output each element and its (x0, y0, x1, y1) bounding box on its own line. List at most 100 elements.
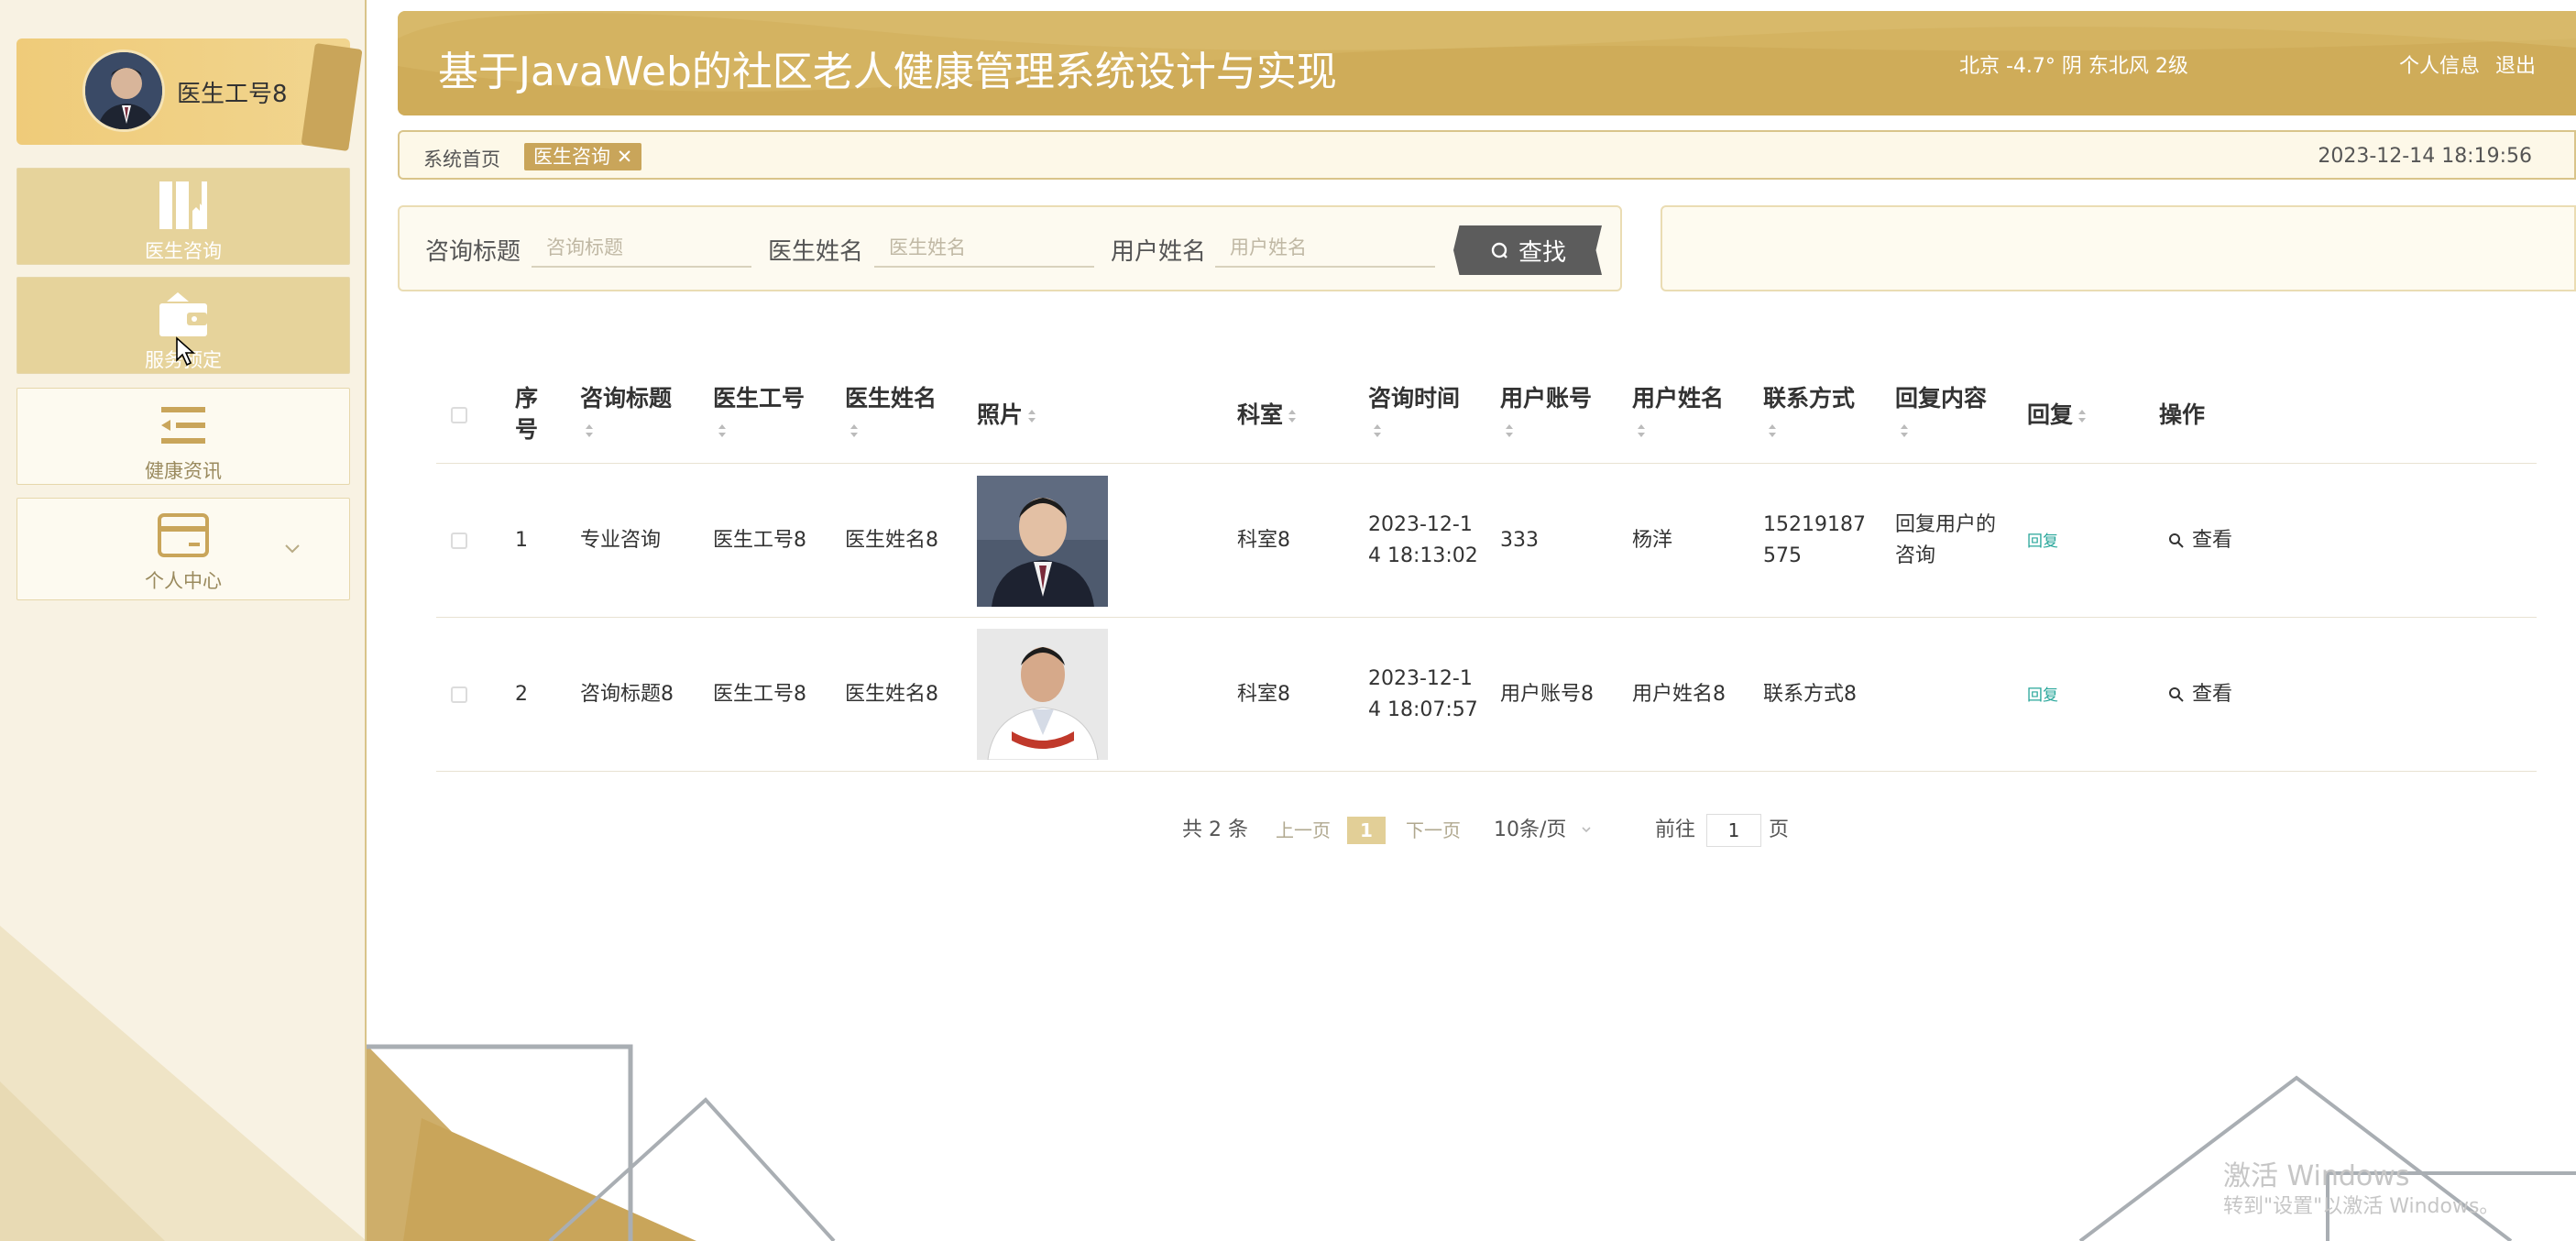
profile-link[interactable]: 个人信息 (2399, 55, 2480, 78)
tab-doctor-consult[interactable]: 医生咨询 ✕ (524, 143, 642, 170)
cell-title: 专业咨询 (580, 529, 662, 552)
sort-icon (1374, 424, 1381, 437)
cell-contact: 15219187 575 (1763, 513, 1866, 567)
cell-doctor-name: 医生姓名8 (845, 529, 938, 552)
bookmark-icon (159, 181, 207, 229)
goto-prefix: 前往 (1655, 818, 1696, 841)
view-button-label: 查看 (2192, 529, 2233, 552)
cell-index: 1 (515, 529, 528, 552)
cell-index: 2 (515, 683, 528, 706)
col-index: 序 号 (515, 385, 539, 443)
reply-link[interactable]: 回复 (2027, 686, 2058, 705)
col-reply-content[interactable]: 回复内容 (1895, 383, 1987, 445)
cell-reply: 回复 (2027, 525, 2058, 557)
col-dept[interactable]: 科室 (1237, 400, 1298, 431)
table-header: 序 号 咨询标题 医生工号 医生姓名 照片 科室 咨询时间 用户账号 用户姓名 … (436, 368, 2537, 464)
doctor-photo[interactable] (977, 629, 1108, 760)
search-button[interactable]: 查找 (1453, 225, 1602, 275)
col-photo[interactable]: 照片 (977, 400, 1037, 431)
chevron-down-icon (1582, 827, 1591, 833)
sidebar-item-label: 医生咨询 (145, 240, 222, 262)
sort-icon (2078, 410, 2087, 423)
windows-watermark-subtitle: 转到"设置"以激活 Windows。 (2223, 1195, 2500, 1218)
col-title[interactable]: 咨询标题 (580, 383, 672, 445)
search-button-label: 查找 (1518, 238, 1566, 267)
app-title: 基于JavaWeb的社区老人健康管理系统设计与实现 (438, 49, 1337, 95)
search-icon (2169, 687, 2184, 702)
sort-icon (1901, 424, 1908, 437)
sidebar-item-service-booking[interactable]: 服务预定 (16, 277, 350, 374)
search-icon (1491, 242, 1507, 258)
header: 基于JavaWeb的社区老人健康管理系统设计与实现 北京 -4.7° 阴 东北风… (398, 11, 2576, 115)
cell-user-name: 杨洋 (1632, 529, 1673, 552)
page-size-value: 10条/页 (1494, 818, 1567, 841)
current-datetime: 2023-12-14 18:19:56 (2318, 145, 2532, 168)
sort-icon (1638, 424, 1645, 437)
header-links: 个人信息 退出 (2399, 49, 2545, 79)
cell-doctor-no: 医生工号8 (713, 683, 806, 706)
view-button[interactable]: 查看 (2168, 525, 2232, 556)
mouse-cursor-icon (176, 336, 196, 367)
reply-link[interactable]: 回复 (2027, 533, 2058, 551)
col-doctor-name[interactable]: 医生姓名 (845, 383, 937, 445)
user-card[interactable]: 医生工号8 (16, 38, 363, 152)
view-button[interactable]: 查看 (2168, 679, 2232, 710)
cell-reply-content: 回复用户的 咨询 (1895, 513, 1997, 567)
col-user-name[interactable]: 用户姓名 (1632, 383, 1724, 445)
sort-icon (1028, 410, 1036, 423)
avatar (82, 49, 165, 132)
sidebar-item-personal-center[interactable]: 个人中心 (16, 498, 350, 600)
table-row: 1 专业咨询 医生工号8 医生姓名8 科室8 2023-12-1 4 18:13… (436, 464, 2537, 618)
view-button-label: 查看 (2192, 683, 2233, 706)
row-checkbox[interactable] (451, 686, 467, 703)
cell-user-name: 用户姓名8 (1632, 683, 1726, 706)
cell-time: 2023-12-1 4 18:07:57 (1368, 667, 1478, 721)
close-icon[interactable]: ✕ (617, 146, 633, 168)
col-ops: 操作 (2159, 401, 2206, 428)
sidebar-item-health-news[interactable]: 健康资讯 (16, 388, 350, 485)
next-page-button[interactable]: 下一页 (1406, 814, 1461, 847)
search-icon (2169, 533, 2184, 548)
goto-page-input[interactable] (1706, 814, 1761, 847)
col-user-account[interactable]: 用户账号 (1500, 383, 1592, 445)
cell-dept: 科室8 (1237, 683, 1290, 706)
current-page[interactable]: 1 (1347, 817, 1386, 844)
page-size-select[interactable]: 10条/页 (1494, 814, 1593, 847)
prev-page-button[interactable]: 上一页 (1276, 814, 1331, 847)
sort-icon (850, 424, 858, 437)
select-all-checkbox[interactable] (451, 407, 467, 423)
breadcrumb-home[interactable]: 系统首页 (423, 145, 500, 172)
row-checkbox[interactable] (451, 533, 467, 549)
sort-icon (1506, 424, 1513, 437)
cell-contact: 联系方式8 (1763, 683, 1857, 706)
sort-icon (718, 424, 726, 437)
cell-doctor-no: 医生工号8 (713, 529, 806, 552)
cell-time: 2023-12-1 4 18:13:02 (1368, 513, 1478, 567)
col-contact[interactable]: 联系方式 (1763, 383, 1855, 445)
user-name-label: 用户姓名 (1111, 238, 1207, 266)
doctor-name-label: 医生姓名 (768, 238, 864, 266)
col-reply[interactable]: 回复 (2027, 400, 2088, 431)
wallet-icon (159, 292, 207, 336)
card-icon (158, 513, 209, 557)
chevron-down-icon[interactable] (283, 539, 301, 557)
cell-reply: 回复 (2027, 679, 2058, 711)
col-doctor-no[interactable]: 医生工号 (713, 383, 805, 445)
cell-user-account: 333 (1500, 529, 1539, 552)
consult-table: 序 号 咨询标题 医生工号 医生姓名 照片 科室 咨询时间 用户账号 用户姓名 … (436, 368, 2537, 772)
consult-title-input[interactable] (532, 229, 751, 268)
user-name-input[interactable] (1215, 229, 1435, 268)
logout-link[interactable]: 退出 (2495, 55, 2536, 78)
col-time[interactable]: 咨询时间 (1368, 383, 1460, 445)
cell-title: 咨询标题8 (580, 683, 674, 706)
user-name: 医生工号8 (177, 81, 288, 108)
pagination-total: 共 2 条 (1182, 818, 1248, 841)
windows-watermark-title: 激活 Windows (2223, 1160, 2410, 1192)
cell-user-account: 用户账号8 (1500, 683, 1594, 706)
doctor-name-input[interactable] (874, 229, 1094, 268)
doctor-photo[interactable] (977, 476, 1108, 607)
search-panel: 咨询标题 医生姓名 用户姓名 查找 (398, 205, 1622, 291)
action-panel (1661, 205, 2576, 291)
sidebar-item-doctor-consult[interactable]: 医生咨询 (16, 168, 350, 265)
consult-title-label: 咨询标题 (425, 238, 521, 266)
